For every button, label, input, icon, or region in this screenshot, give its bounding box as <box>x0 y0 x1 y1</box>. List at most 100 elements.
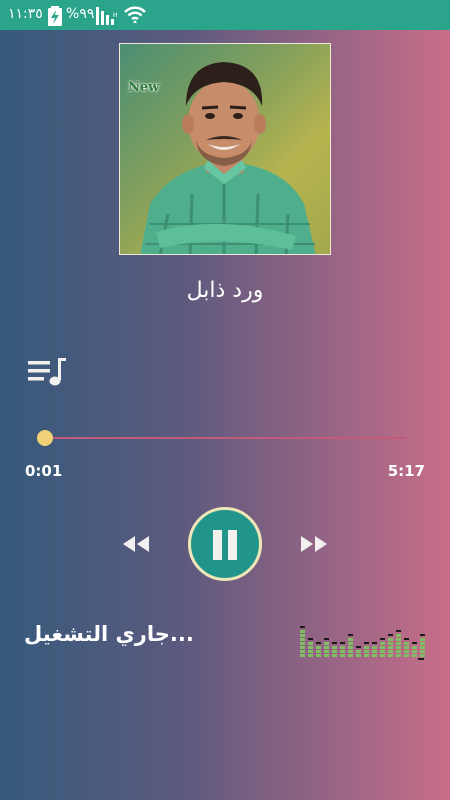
equalizer-bar <box>300 638 305 641</box>
equalizer-bar <box>388 646 393 649</box>
equalizer-bar <box>300 646 305 649</box>
equalizer-bar <box>420 638 425 641</box>
equalizer-bar <box>316 646 321 649</box>
equalizer-bar <box>332 650 337 653</box>
equalizer-bar <box>380 654 385 657</box>
pause-icon <box>228 530 237 560</box>
equalizer-bar <box>420 642 425 645</box>
equalizer-bar <box>308 650 313 653</box>
equalizer-bar <box>308 646 313 649</box>
rewind-button[interactable] <box>119 532 153 556</box>
equalizer-bar <box>380 642 385 645</box>
equalizer-peak <box>404 638 409 640</box>
equalizer-bar <box>420 654 425 657</box>
equalizer-bar <box>324 650 329 653</box>
equalizer-bar <box>348 646 353 649</box>
equalizer-bar <box>404 650 409 653</box>
equalizer-bar <box>308 654 313 657</box>
equalizer-bar <box>324 646 329 649</box>
equalizer-bar <box>324 654 329 657</box>
equalizer-peak <box>388 634 393 636</box>
equalizer-bar <box>348 650 353 653</box>
artist-photo <box>140 62 316 254</box>
equalizer-bar <box>388 638 393 641</box>
equalizer-bar <box>372 654 377 657</box>
equalizer-bar <box>348 642 353 645</box>
seek-bar[interactable] <box>40 437 406 439</box>
playlist-button[interactable] <box>28 356 68 390</box>
equalizer-bar <box>396 650 401 653</box>
equalizer-peak <box>308 638 313 640</box>
svg-text:H: H <box>113 12 118 19</box>
fast-forward-button[interactable] <box>297 532 331 556</box>
equalizer-bar <box>324 642 329 645</box>
seek-thumb[interactable] <box>37 430 53 446</box>
now-playing-label: جاري التشغيل... <box>24 622 194 646</box>
equalizer-bar <box>396 654 401 657</box>
equalizer-bar <box>372 646 377 649</box>
equalizer-peak <box>396 630 401 632</box>
equalizer-peak <box>412 642 417 644</box>
equalizer-peak <box>380 638 385 640</box>
battery-percentage: %٩٩ <box>66 6 95 22</box>
equalizer-bar <box>380 650 385 653</box>
equalizer-bar <box>388 650 393 653</box>
battery-charging-icon <box>48 6 62 26</box>
equalizer-peak <box>324 638 329 640</box>
status-bar: ١١:٣٥ %٩٩ H <box>0 0 450 30</box>
equalizer-bar <box>396 634 401 637</box>
equalizer-bar <box>340 646 345 649</box>
equalizer-bar <box>340 650 345 653</box>
equalizer-base <box>418 658 424 660</box>
equalizer-bar <box>348 638 353 641</box>
equalizer-bar <box>420 650 425 653</box>
equalizer-peak <box>420 634 425 636</box>
equalizer-bar <box>308 642 313 645</box>
equalizer-bar <box>316 650 321 653</box>
equalizer-peak <box>300 626 305 628</box>
wifi-icon <box>124 6 146 23</box>
current-time: 0:01 <box>25 462 63 480</box>
equalizer-bar <box>396 638 401 641</box>
equalizer-bar <box>380 646 385 649</box>
album-art: New <box>119 43 331 255</box>
equalizer-bar <box>300 642 305 645</box>
equalizer-icon <box>300 626 425 660</box>
equalizer-bar <box>412 650 417 653</box>
equalizer-bar <box>396 642 401 645</box>
equalizer-peak <box>364 642 369 644</box>
equalizer-bar <box>348 654 353 657</box>
total-time: 5:17 <box>387 462 425 480</box>
equalizer-bar <box>388 654 393 657</box>
new-badge: New <box>128 80 160 95</box>
fast-forward-icon <box>301 536 327 552</box>
equalizer-peak <box>372 642 377 644</box>
equalizer-bar <box>300 650 305 653</box>
equalizer-bar <box>412 654 417 657</box>
equalizer-bar <box>404 654 409 657</box>
pause-icon <box>213 530 222 560</box>
equalizer-peak <box>340 642 345 644</box>
playlist-music-icon <box>28 358 66 386</box>
pause-button[interactable] <box>188 507 262 581</box>
equalizer-bar <box>396 646 401 649</box>
equalizer-peak <box>348 634 353 636</box>
equalizer-bar <box>404 642 409 645</box>
equalizer-peak <box>356 646 361 648</box>
equalizer-bar <box>364 654 369 657</box>
equalizer-bar <box>364 650 369 653</box>
equalizer-bar <box>340 654 345 657</box>
equalizer-bar <box>372 650 377 653</box>
equalizer-bar <box>300 654 305 657</box>
equalizer-bar <box>316 654 321 657</box>
equalizer-bar <box>404 646 409 649</box>
equalizer-bar <box>420 646 425 649</box>
equalizer-bar <box>300 634 305 637</box>
equalizer-peak <box>316 642 321 644</box>
signal-icon: H <box>96 7 118 25</box>
equalizer-bar <box>356 654 361 657</box>
status-time: ١١:٣٥ <box>8 6 43 22</box>
equalizer-bar <box>332 646 337 649</box>
equalizer-bar <box>412 646 417 649</box>
equalizer-bar <box>332 654 337 657</box>
